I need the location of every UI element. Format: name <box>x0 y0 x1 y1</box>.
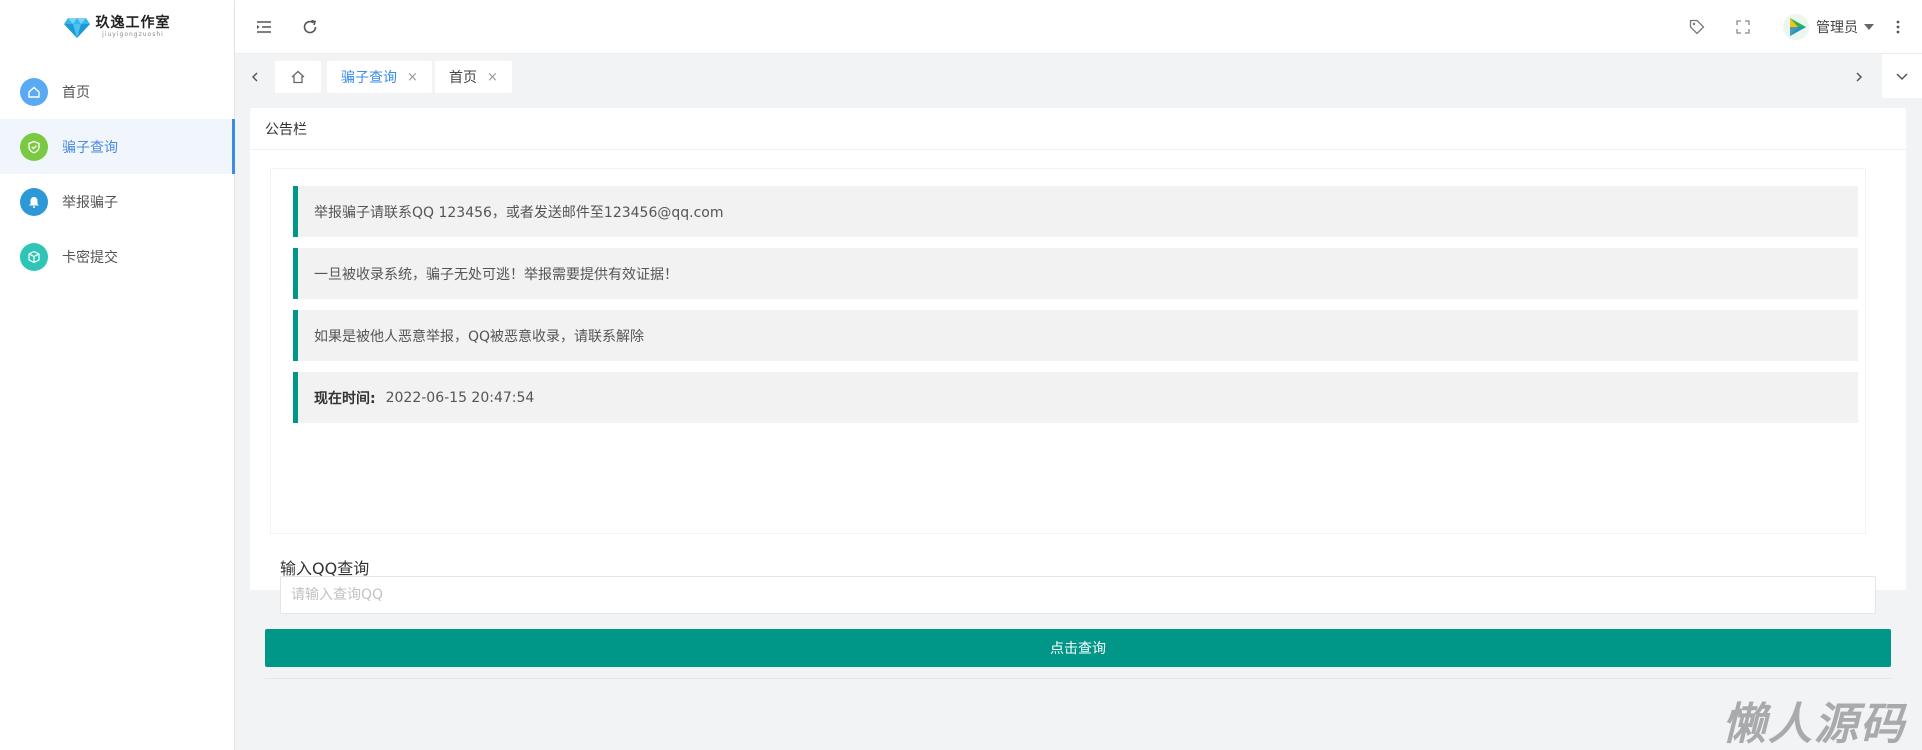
tab-label: 骗子查询 <box>341 70 397 86</box>
bell-icon <box>20 187 48 216</box>
top-header: 管理员 <box>235 0 1922 54</box>
notice-item: 一旦被收录系统，骗子无处可逃！举报需要提供有效证据！ <box>293 248 1858 299</box>
home-icon <box>20 77 48 106</box>
announcement-card: 公告栏 举报骗子请联系QQ 123456，或者发送邮件至123456@qq.co… <box>250 108 1906 679</box>
sidebar-item-scammer-query[interactable]: 骗子查询 <box>0 119 235 174</box>
notice-text: 一旦被收录系统，骗子无处可逃！举报需要提供有效证据！ <box>314 266 678 283</box>
tab-options-chevron-down-icon[interactable] <box>1882 54 1922 98</box>
sidebar-item-label: 卡密提交 <box>62 249 118 266</box>
diamond-logo-icon <box>63 18 90 38</box>
notice-item-current-time: 现在时间: 2022-06-15 20:47:54 <box>293 372 1858 423</box>
avatar <box>1783 14 1809 40</box>
close-icon[interactable]: × <box>407 70 418 85</box>
sidebar-item-home[interactable]: 首页 <box>0 64 234 119</box>
more-vertical-icon[interactable] <box>1886 15 1910 39</box>
card-title: 公告栏 <box>250 108 1906 150</box>
tabs-bar: 骗子查询 × 首页 × <box>235 54 1922 98</box>
divider <box>265 678 1891 679</box>
sidebar-item-card-submit[interactable]: 卡密提交 <box>0 229 234 284</box>
fullscreen-icon[interactable] <box>1731 15 1755 39</box>
tab-home-icon-button[interactable] <box>275 61 321 93</box>
time-label: 现在时间: <box>314 390 376 407</box>
logo-subtitle: jiuyigongzuoshi <box>102 31 164 38</box>
logo-title: 玖逸工作室 <box>95 15 171 31</box>
sidebar-item-label: 首页 <box>62 84 90 101</box>
sidebar-item-label: 举报骗子 <box>62 194 118 211</box>
time-value: 2022-06-15 20:47:54 <box>385 389 535 406</box>
tab-scammer-query[interactable]: 骗子查询 × <box>327 61 432 93</box>
query-button[interactable]: 点击查询 <box>265 629 1891 667</box>
sidebar-item-label: 骗子查询 <box>62 139 118 156</box>
tab-home[interactable]: 首页 × <box>435 61 512 93</box>
sidebar: 玖逸工作室 jiuyigongzuoshi 首页 骗子查询 举报骗子 卡密提交 <box>0 0 235 750</box>
notice-item: 举报骗子请联系QQ 123456，或者发送邮件至123456@qq.com <box>293 186 1858 237</box>
user-name: 管理员 <box>1816 20 1858 36</box>
home-icon <box>291 70 305 84</box>
tab-scroll-left-icon[interactable] <box>241 63 269 91</box>
sidebar-item-report-scammer[interactable]: 举报骗子 <box>0 174 234 229</box>
qq-search-input[interactable] <box>280 576 1876 614</box>
notice-list: 举报骗子请联系QQ 123456，或者发送邮件至123456@qq.com 一旦… <box>270 168 1866 534</box>
tab-label: 首页 <box>449 70 477 86</box>
tag-icon[interactable] <box>1685 15 1709 39</box>
chevron-down-icon <box>1864 24 1874 30</box>
cube-icon <box>20 242 48 271</box>
menu-fold-icon[interactable] <box>252 15 276 39</box>
notice-text: 如果是被他人恶意举报，QQ被恶意收录，请联系解除 <box>314 328 645 345</box>
shield-icon <box>20 132 48 161</box>
notice-item: 如果是被他人恶意举报，QQ被恶意收录，请联系解除 <box>293 310 1858 361</box>
refresh-icon[interactable] <box>298 15 322 39</box>
tab-scroll-right-icon[interactable] <box>1845 63 1873 91</box>
user-menu[interactable]: 管理员 <box>1782 12 1874 42</box>
logo[interactable]: 玖逸工作室 jiuyigongzuoshi <box>0 0 234 54</box>
notice-text: 举报骗子请联系QQ 123456，或者发送邮件至123456@qq.com <box>314 204 724 221</box>
sidebar-nav: 首页 骗子查询 举报骗子 卡密提交 <box>0 64 235 284</box>
close-icon[interactable]: × <box>487 70 498 85</box>
watermark: 懒人源码 <box>1722 699 1906 750</box>
